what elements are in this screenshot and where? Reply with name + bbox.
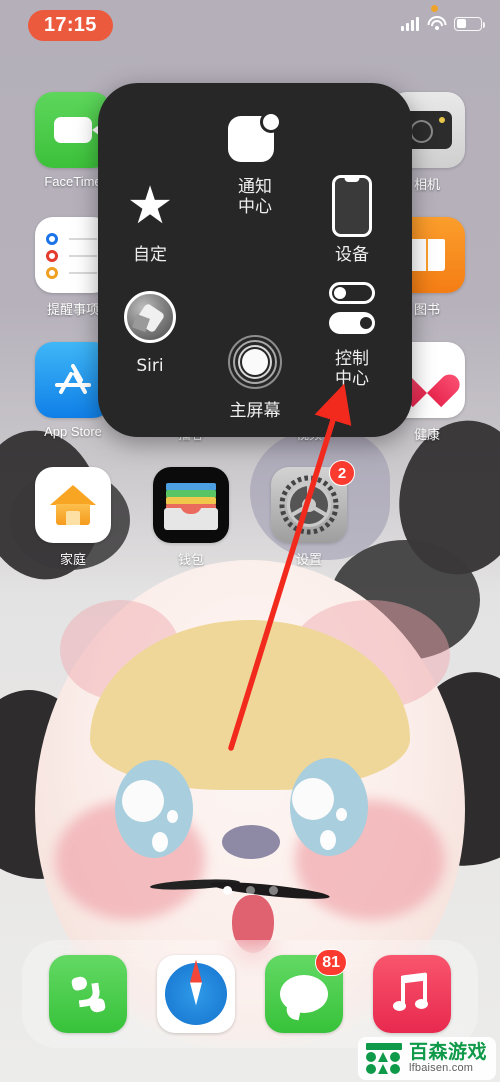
- page-dot-1[interactable]: [222, 886, 232, 895]
- app-label: 家庭: [59, 552, 86, 567]
- app-label: FaceTime: [44, 174, 102, 189]
- star-icon: ★: [126, 177, 174, 235]
- at-item-label: 主屏幕: [229, 401, 281, 421]
- dock-app-messages[interactable]: 81: [265, 949, 347, 1033]
- home-button-icon: [228, 331, 282, 393]
- watermark-text: 百森游戏 lfbaisen.com: [409, 1043, 487, 1074]
- safari-icon: [157, 955, 235, 1033]
- at-item-control-center[interactable]: 控制 中心: [304, 279, 400, 389]
- wallet-icon: [153, 467, 229, 543]
- iphone-home-screen: 17:15 FaceTime 邮件 股市: [0, 0, 500, 1082]
- watermark: 百森游戏 lfbaisen.com: [357, 1037, 496, 1080]
- page-dots[interactable]: [0, 886, 500, 895]
- at-item-label: 设备: [335, 245, 369, 265]
- app-label: App Store: [44, 424, 102, 439]
- device-icon: [332, 175, 372, 237]
- status-time-pill[interactable]: 17:15: [28, 10, 113, 41]
- at-item-home[interactable]: 主屏幕: [207, 331, 303, 422]
- watermark-url: lfbaisen.com: [408, 1062, 474, 1075]
- assistive-touch-menu[interactable]: 通知 中心 ★ 自定 设备 Siri 主屏幕 控制 中心: [98, 83, 412, 437]
- status-bar: 17:15: [0, 0, 500, 52]
- app-home[interactable]: 家庭: [25, 467, 121, 568]
- at-item-label: Siri: [136, 356, 164, 376]
- app-label: 健康: [413, 427, 440, 442]
- app-label: 图书: [413, 302, 440, 317]
- at-item-label: 通知 中心: [238, 177, 272, 217]
- page-dot-2[interactable]: [245, 886, 255, 895]
- dock-app-safari[interactable]: [157, 955, 235, 1033]
- siri-icon: [124, 286, 176, 348]
- app-empty-slot: [379, 467, 475, 568]
- status-time: 17:15: [44, 14, 97, 36]
- at-item-label: 自定: [133, 245, 167, 265]
- dock-app-phone[interactable]: [49, 955, 127, 1033]
- app-label: 设置: [295, 552, 322, 567]
- at-item-device[interactable]: 设备: [304, 175, 400, 266]
- at-item-custom[interactable]: ★ 自定: [102, 175, 198, 266]
- recording-indicator-dot: [431, 5, 438, 12]
- wifi-icon: [427, 16, 446, 31]
- settings-badge: 2: [329, 460, 355, 486]
- app-label: 相机: [413, 177, 440, 192]
- at-item-siri[interactable]: Siri: [102, 286, 198, 377]
- dock-app-music[interactable]: [373, 955, 451, 1033]
- watermark-logo-icon: [365, 1043, 402, 1075]
- app-row: 家庭 钱包 2 设置: [0, 460, 500, 568]
- phone-icon: [49, 955, 127, 1033]
- dock: 81: [22, 940, 478, 1048]
- status-indicators: [401, 16, 485, 31]
- battery-icon: [454, 16, 485, 31]
- home-app-icon: [35, 467, 111, 543]
- app-label: 钱包: [177, 552, 204, 567]
- at-item-notification-center[interactable]: 通知 中心: [207, 107, 303, 217]
- app-settings[interactable]: 2 设置: [261, 460, 357, 568]
- app-label: 提醒事项: [46, 302, 99, 317]
- cellular-signal-icon: [401, 16, 419, 31]
- app-wallet[interactable]: 钱包: [143, 467, 239, 568]
- notification-center-icon: [228, 107, 282, 169]
- watermark-brand: 百森游戏: [408, 1042, 487, 1064]
- music-icon: [373, 955, 451, 1033]
- at-item-label: 控制 中心: [335, 349, 369, 389]
- page-dot-3[interactable]: [268, 886, 278, 895]
- control-center-icon: [325, 279, 379, 341]
- messages-badge: 81: [315, 949, 347, 976]
